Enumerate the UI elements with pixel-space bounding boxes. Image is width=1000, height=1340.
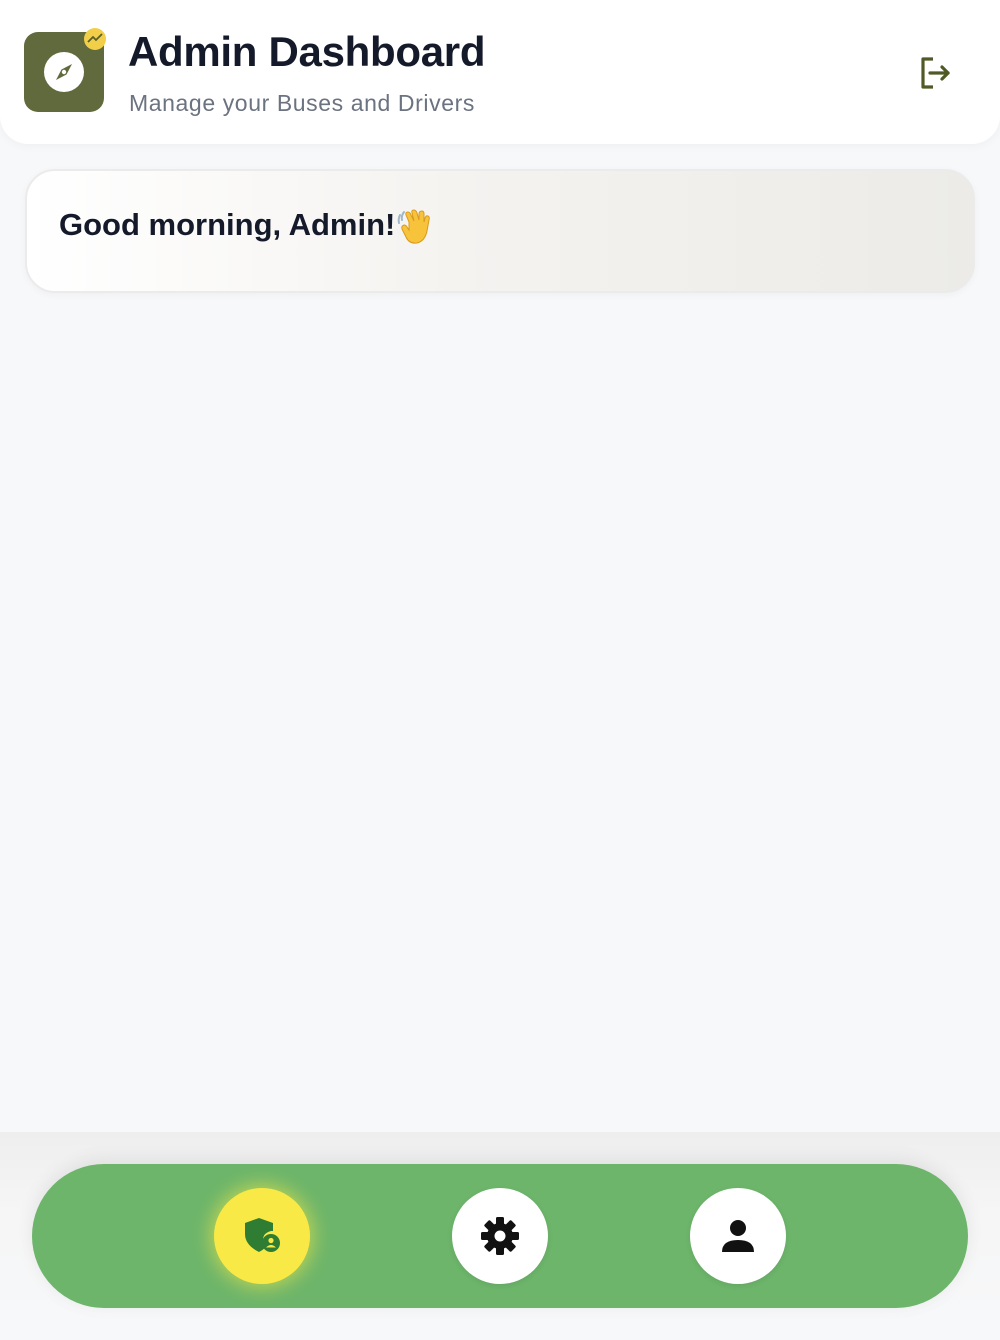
page-title: Admin Dashboard (128, 28, 486, 75)
gear-icon (481, 1217, 519, 1255)
nav-profile-button[interactable] (690, 1188, 786, 1284)
compass-icon (44, 52, 84, 92)
trending-up-icon (84, 28, 106, 50)
page-subtitle: Manage your Buses and Drivers (129, 90, 475, 116)
logout-button[interactable] (912, 50, 958, 96)
greeting-card: Good morning, Admin! (25, 169, 975, 293)
waving-hand-icon (397, 209, 430, 244)
admin-shield-icon (245, 1218, 280, 1252)
person-icon (722, 1220, 754, 1252)
greeting-text: Good morning, Admin! (59, 207, 396, 242)
app-screen: Admin Dashboard Manage your Buses and Dr… (0, 0, 1000, 1340)
nav-admin-button[interactable] (214, 1188, 310, 1284)
bottom-navigation (32, 1164, 968, 1308)
app-header: Admin Dashboard Manage your Buses and Dr… (0, 0, 1000, 144)
nav-settings-button[interactable] (452, 1188, 548, 1284)
logout-icon (921, 57, 950, 89)
